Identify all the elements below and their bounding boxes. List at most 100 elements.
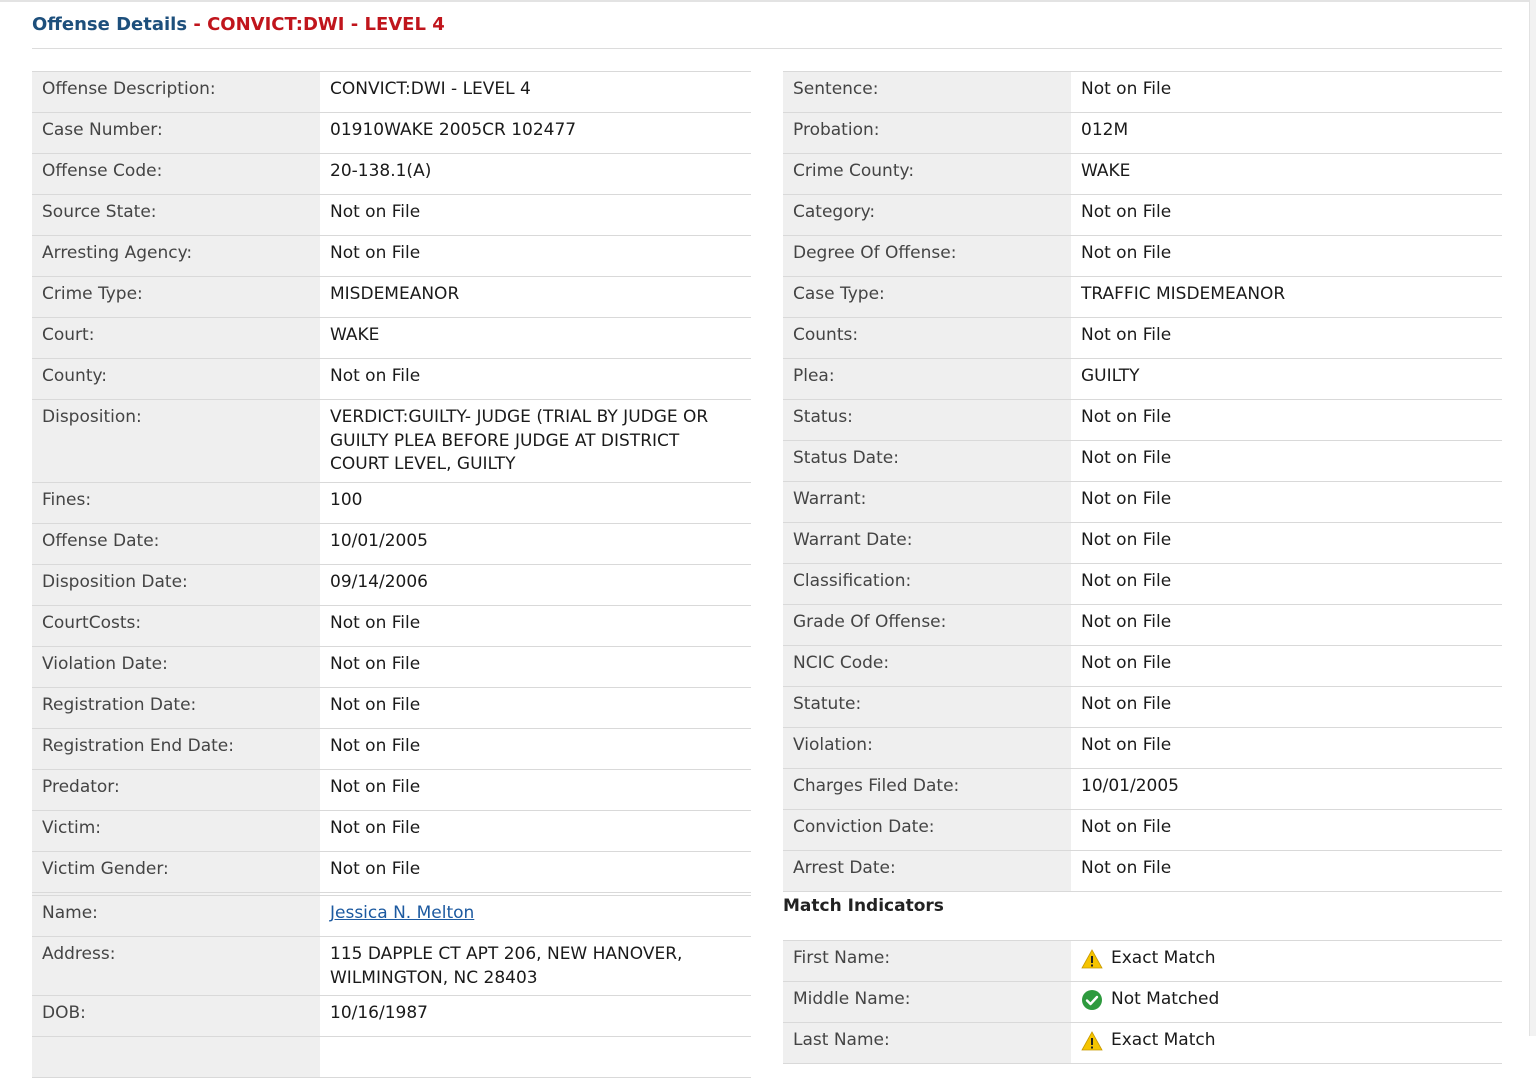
classification-value: Not on File: [1071, 563, 1502, 605]
registration-date-value: Not on File: [320, 687, 751, 729]
predator-label: Predator:: [32, 769, 320, 811]
next-row-value: [320, 1036, 751, 1078]
category-value: Not on File: [1071, 194, 1502, 236]
ncic-code-label: NCIC Code:: [783, 645, 1071, 687]
case-type-value: TRAFFIC MISDEMEANOR: [1071, 276, 1502, 318]
match-first-name-label: First Name:: [783, 940, 1071, 982]
ncic-code-value: Not on File: [1071, 645, 1502, 687]
person-table: Name: Jessica N. Melton Address: 115 DAP…: [32, 895, 751, 1078]
table-row-ncic-code: NCIC Code: Not on File: [783, 645, 1502, 687]
person-name-link[interactable]: Jessica N. Melton: [330, 903, 474, 923]
table-row-violation: Violation: Not on File: [783, 727, 1502, 769]
match-last-name-label: Last Name:: [783, 1022, 1071, 1064]
page-title-separator: -: [187, 14, 208, 35]
warrant-date-value: Not on File: [1071, 522, 1502, 564]
table-row-counts: Counts: Not on File: [783, 317, 1502, 359]
fines-label: Fines:: [32, 482, 320, 524]
match-last-name-value: Exact Match: [1071, 1022, 1502, 1064]
table-row-sentence: Sentence: Not on File: [783, 71, 1502, 113]
disposition-value: VERDICT:GUILTY- JUDGE (TRIAL BY JUDGE OR…: [320, 399, 751, 483]
table-row-offense-code: Offense Code: 20-138.1(A): [32, 153, 751, 195]
charges-filed-date-value: 10/01/2005: [1071, 768, 1502, 810]
table-row-victim: Victim: Not on File: [32, 810, 751, 852]
sentence-value: Not on File: [1071, 71, 1502, 113]
category-label: Category:: [783, 194, 1071, 236]
classification-label: Classification:: [783, 563, 1071, 605]
status-label: Status:: [783, 399, 1071, 441]
crime-type-value: MISDEMEANOR: [320, 276, 751, 318]
match-indicators-body: First Name: Exact Match Middle Name: Not Ma…: [783, 940, 1502, 1064]
case-number-label: Case Number:: [32, 112, 320, 154]
disposition-date-label: Disposition Date:: [32, 564, 320, 606]
violation-label: Violation:: [783, 727, 1071, 769]
table-row-court: Court: WAKE: [32, 317, 751, 359]
table-row-county: County: Not on File: [32, 358, 751, 400]
violation-date-value: Not on File: [320, 646, 751, 688]
page-title-offense: CONVICT:DWI - LEVEL 4: [207, 14, 445, 35]
arrest-date-label: Arrest Date:: [783, 850, 1071, 892]
page-top-border: [0, 0, 1530, 2]
match-first-name-value: Exact Match: [1071, 940, 1502, 982]
county-value: Not on File: [320, 358, 751, 400]
table-row-next: [32, 1036, 751, 1078]
table-row-courtcosts: CourtCosts: Not on File: [32, 605, 751, 647]
table-row-violation-date: Violation Date: Not on File: [32, 646, 751, 688]
table-row-address: Address: 115 DAPPLE CT APT 206, NEW HANO…: [32, 936, 751, 996]
status-date-label: Status Date:: [783, 440, 1071, 482]
victim-label: Victim:: [32, 810, 320, 852]
offense-date-label: Offense Date:: [32, 523, 320, 565]
match-status-text: Not Matched: [1111, 989, 1220, 1009]
case-type-label: Case Type:: [783, 276, 1071, 318]
offense-description-label: Offense Description:: [32, 71, 320, 113]
grade-of-offense-value: Not on File: [1071, 604, 1502, 646]
charges-filed-date-label: Charges Filed Date:: [783, 768, 1071, 810]
match-indicators-title: Match Indicators: [783, 896, 944, 916]
scrollbar[interactable]: [1529, 0, 1536, 1036]
table-row-crime-county: Crime County: WAKE: [783, 153, 1502, 195]
courtcosts-value: Not on File: [320, 605, 751, 647]
violation-value: Not on File: [1071, 727, 1502, 769]
crime-type-label: Crime Type:: [32, 276, 320, 318]
match-middle-name-value: Not Matched: [1071, 981, 1502, 1023]
address-label: Address:: [32, 936, 320, 996]
table-row-probation: Probation: 012M: [783, 112, 1502, 154]
page-title-label: Offense Details: [32, 14, 188, 35]
match-row-last-name: Last Name: Exact Match: [783, 1022, 1502, 1064]
counts-value: Not on File: [1071, 317, 1502, 359]
table-row-arrest-date: Arrest Date: Not on File: [783, 850, 1502, 892]
table-row-classification: Classification: Not on File: [783, 563, 1502, 605]
offense-description-value: CONVICT:DWI - LEVEL 4: [320, 71, 751, 113]
courtcosts-label: CourtCosts:: [32, 605, 320, 647]
match-indicators-table: First Name: Exact Match Middle Name: Not Ma…: [783, 940, 1502, 1064]
dob-value: 10/16/1987: [320, 995, 751, 1037]
name-label: Name:: [32, 895, 320, 937]
statute-label: Statute:: [783, 686, 1071, 728]
match-status-text: Exact Match: [1111, 1030, 1216, 1050]
table-row-fines: Fines: 100: [32, 482, 751, 524]
table-row-category: Category: Not on File: [783, 194, 1502, 236]
table-row-source-state: Source State: Not on File: [32, 194, 751, 236]
match-indicator: Exact Match: [1081, 1029, 1216, 1053]
offense-details-left-body: Offense Description: CONVICT:DWI - LEVEL …: [32, 71, 751, 975]
table-row-warrant: Warrant: Not on File: [783, 481, 1502, 523]
violation-date-label: Violation Date:: [32, 646, 320, 688]
arrest-date-value: Not on File: [1071, 850, 1502, 892]
statute-value: Not on File: [1071, 686, 1502, 728]
victim-value: Not on File: [320, 810, 751, 852]
table-row-registration-end-date: Registration End Date: Not on File: [32, 728, 751, 770]
match-row-first-name: First Name: Exact Match: [783, 940, 1502, 982]
source-state-label: Source State:: [32, 194, 320, 236]
match-status-text: Exact Match: [1111, 948, 1216, 968]
table-row-degree-of-offense: Degree Of Offense: Not on File: [783, 235, 1502, 277]
warrant-date-label: Warrant Date:: [783, 522, 1071, 564]
status-date-value: Not on File: [1071, 440, 1502, 482]
degree-of-offense-label: Degree Of Offense:: [783, 235, 1071, 277]
match-indicator: Not Matched: [1081, 988, 1219, 1012]
table-row-disposition: Disposition: VERDICT:GUILTY- JUDGE (TRIAL…: [32, 399, 751, 483]
victim-gender-label: Victim Gender:: [32, 851, 320, 893]
match-row-middle-name: Middle Name: Not Matched: [783, 981, 1502, 1023]
warning-icon: [1081, 1030, 1103, 1052]
arresting-agency-value: Not on File: [320, 235, 751, 277]
offense-code-label: Offense Code:: [32, 153, 320, 195]
warrant-label: Warrant:: [783, 481, 1071, 523]
